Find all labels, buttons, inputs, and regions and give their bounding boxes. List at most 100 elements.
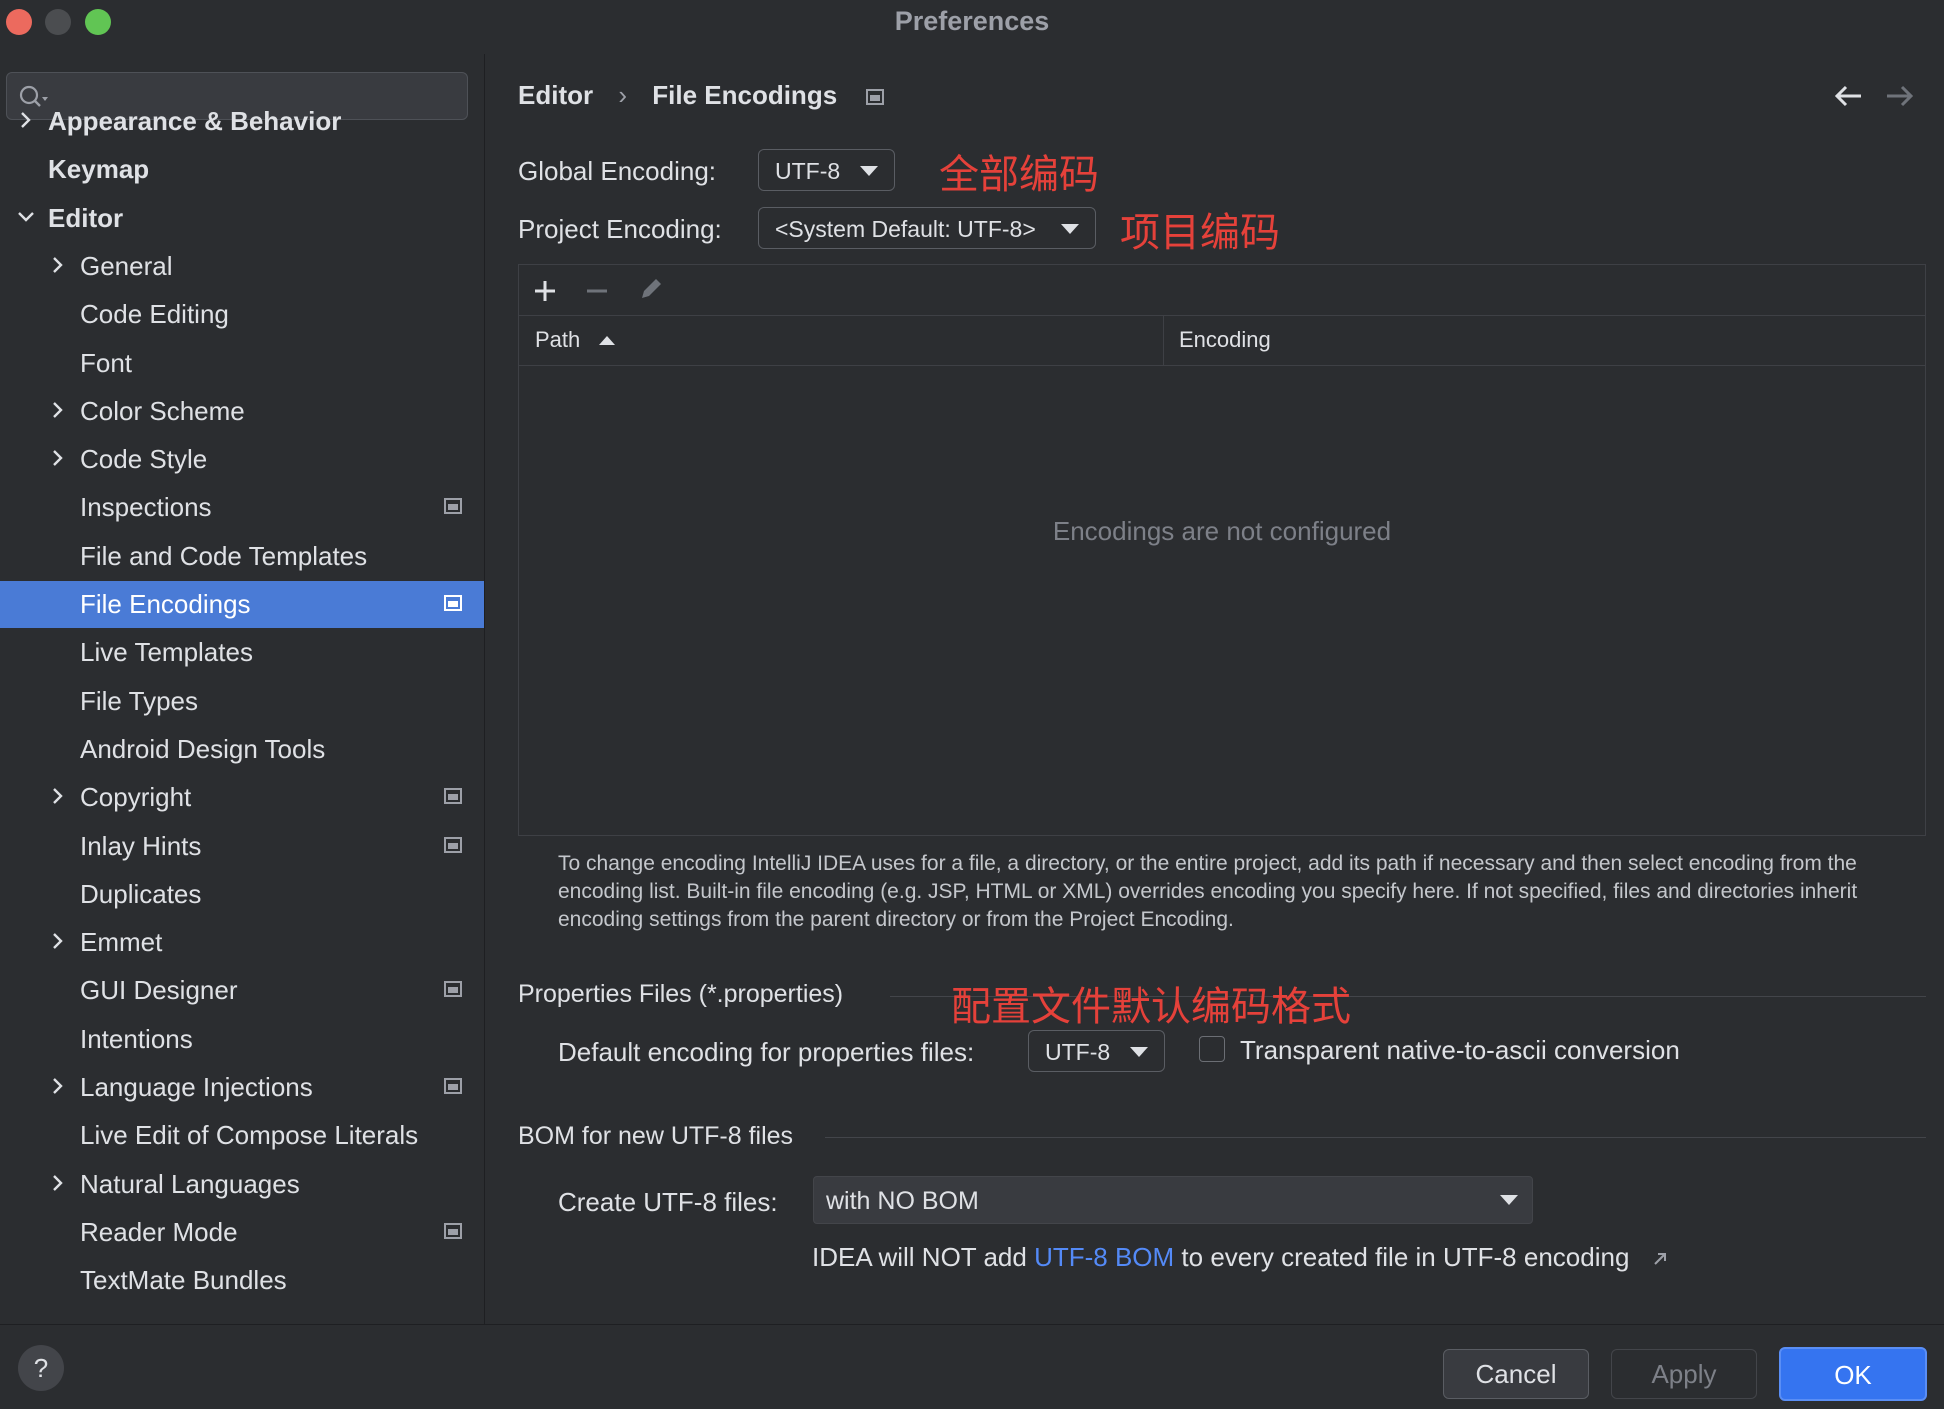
sidebar-item-gui-designer[interactable]: GUI Designer bbox=[0, 967, 484, 1014]
sidebar-item-file-types[interactable]: File Types bbox=[0, 678, 484, 725]
project-level-icon bbox=[444, 836, 462, 853]
properties-annotation: 配置文件默认编码格式 bbox=[951, 984, 1351, 1030]
cancel-button[interactable]: Cancel bbox=[1443, 1349, 1589, 1399]
sidebar-item-emmet[interactable]: Emmet bbox=[0, 919, 484, 966]
chevron-right-icon[interactable] bbox=[48, 786, 68, 806]
chevron-right-icon[interactable] bbox=[48, 255, 68, 275]
native-to-ascii-label[interactable]: Transparent native-to-ascii conversion bbox=[1240, 1035, 1680, 1066]
settings-sidebar: Appearance & Behavior Keymap Editor General… bbox=[0, 54, 485, 1324]
table-header: Path Encoding bbox=[519, 315, 1925, 366]
column-header-encoding[interactable]: Encoding bbox=[1179, 327, 1271, 353]
sidebar-item-label: Keymap bbox=[48, 154, 150, 185]
help-button[interactable]: ? bbox=[18, 1345, 64, 1391]
sidebar-item-label: GUI Designer bbox=[80, 975, 238, 1006]
sidebar-item-label: Copyright bbox=[80, 782, 192, 813]
sidebar-item-duplicates[interactable]: Duplicates bbox=[0, 871, 484, 918]
edit-icon[interactable] bbox=[637, 275, 665, 303]
sidebar-item-label: Color Scheme bbox=[80, 395, 245, 426]
remove-icon[interactable] bbox=[585, 279, 609, 303]
sidebar-item-file-and-code-templates[interactable]: File and Code Templates bbox=[0, 533, 484, 580]
native-to-ascii-checkbox[interactable] bbox=[1199, 1036, 1225, 1062]
bom-note: IDEA will NOT add UTF-8 BOM to every cre… bbox=[812, 1242, 1667, 1273]
global-encoding-label: Global Encoding: bbox=[518, 156, 717, 186]
breadcrumb: Editor › File Encodings bbox=[518, 80, 885, 111]
sidebar-item-label: File and Code Templates bbox=[80, 540, 368, 571]
sidebar-item-label: Code Style bbox=[80, 444, 208, 475]
table-toolbar bbox=[519, 265, 1925, 316]
column-divider bbox=[1163, 315, 1164, 365]
sidebar-item-file-encodings[interactable]: File Encodings bbox=[0, 581, 484, 628]
project-encoding-select[interactable]: <System Default: UTF-8> bbox=[758, 207, 1096, 249]
utf8-bom-link[interactable]: UTF-8 BOM bbox=[1034, 1242, 1174, 1272]
sidebar-item-live-edit-of-compose-literals[interactable]: Live Edit of Compose Literals bbox=[0, 1112, 484, 1159]
sidebar-item-editor[interactable]: Editor bbox=[0, 195, 484, 242]
sidebar-item-inspections[interactable]: Inspections bbox=[0, 484, 484, 531]
sidebar-item-label: Code Editing bbox=[80, 299, 229, 330]
sidebar-item-inlay-hints[interactable]: Inlay Hints bbox=[0, 823, 484, 870]
chevron-down-icon bbox=[860, 166, 878, 176]
project-level-icon bbox=[444, 1078, 462, 1094]
sidebar-item-label: Language Injections bbox=[80, 1072, 313, 1102]
chevron-right-icon[interactable] bbox=[48, 448, 68, 468]
back-arrow-icon[interactable] bbox=[1833, 84, 1863, 108]
global-encoding-select[interactable]: UTF-8 bbox=[758, 149, 895, 191]
sidebar-item-keymap[interactable]: Keymap bbox=[0, 146, 484, 193]
title-bar: Preferences bbox=[0, 0, 1944, 44]
add-icon[interactable] bbox=[533, 279, 557, 303]
apply-button[interactable]: Apply bbox=[1611, 1349, 1757, 1399]
sidebar-item-label: General bbox=[80, 250, 173, 281]
table-body: Encodings are not configured bbox=[519, 366, 1925, 835]
column-path-label: Path bbox=[535, 327, 581, 352]
breadcrumb-parent[interactable]: Editor bbox=[518, 80, 593, 110]
sidebar-item-label: Emmet bbox=[80, 927, 163, 958]
sidebar-item-label: File Encodings bbox=[80, 589, 251, 619]
properties-encoding-select[interactable]: UTF-8 bbox=[1028, 1030, 1165, 1072]
sidebar-item-code-style[interactable]: Code Style bbox=[0, 436, 484, 483]
chevron-right-icon[interactable] bbox=[48, 1173, 68, 1193]
breadcrumb-current: File Encodings bbox=[652, 80, 838, 110]
external-link-icon[interactable] bbox=[1653, 1252, 1667, 1266]
sidebar-item-color-scheme[interactable]: Color Scheme bbox=[0, 388, 484, 435]
sidebar-item-label: Duplicates bbox=[80, 878, 202, 909]
chevron-down-icon bbox=[1130, 1047, 1148, 1057]
sidebar-item-code-editing[interactable]: Code Editing bbox=[0, 291, 484, 338]
chevron-right-icon[interactable] bbox=[48, 1076, 68, 1096]
global-encoding-annotation: 全部编码 bbox=[939, 152, 1099, 198]
bom-note-suffix: to every created file in UTF-8 encoding bbox=[1181, 1242, 1630, 1272]
project-level-icon bbox=[444, 981, 462, 998]
sidebar-item-live-templates[interactable]: Live Templates bbox=[0, 629, 484, 676]
chevron-down-icon[interactable] bbox=[16, 207, 36, 227]
sidebar-item-label: File Types bbox=[80, 685, 199, 716]
bom-create-select[interactable]: with NO BOM bbox=[813, 1176, 1533, 1224]
sidebar-item-intentions[interactable]: Intentions bbox=[0, 1016, 484, 1063]
sidebar-item-language-injections[interactable]: Language Injections bbox=[0, 1064, 484, 1111]
chevron-right-icon[interactable] bbox=[48, 400, 68, 420]
ok-button[interactable]: OK bbox=[1779, 1347, 1927, 1401]
sidebar-item-android-design-tools[interactable]: Android Design Tools bbox=[0, 726, 484, 773]
chevron-right-icon[interactable] bbox=[48, 931, 68, 951]
properties-section-title: Properties Files (*.properties) bbox=[518, 980, 844, 1008]
properties-default-label: Default encoding for properties files: bbox=[558, 1037, 975, 1067]
sidebar-item-label: Live Edit of Compose Literals bbox=[80, 1120, 419, 1151]
chevron-right-icon[interactable] bbox=[16, 110, 36, 130]
sidebar-item-appearance-behavior[interactable]: Appearance & Behavior bbox=[0, 98, 484, 145]
sidebar-item-font[interactable]: Font bbox=[0, 340, 484, 387]
table-empty-message: Encodings are not configured bbox=[1052, 516, 1392, 546]
bom-note-prefix: IDEA will NOT add bbox=[812, 1242, 1027, 1272]
column-header-path[interactable]: Path bbox=[535, 327, 616, 353]
sidebar-item-copyright[interactable]: Copyright bbox=[0, 774, 484, 821]
sidebar-item-reader-mode[interactable]: Reader Mode bbox=[0, 1209, 484, 1256]
bom-section-title: BOM for new UTF-8 files bbox=[518, 1122, 794, 1150]
chevron-down-icon bbox=[1500, 1195, 1518, 1205]
sidebar-item-label: TextMate Bundles bbox=[80, 1265, 287, 1296]
sidebar-item-textmate-bundles[interactable]: TextMate Bundles bbox=[0, 1257, 484, 1304]
project-encoding-label: Project Encoding: bbox=[518, 214, 722, 244]
project-level-icon bbox=[444, 595, 462, 611]
encoding-help-text: To change encoding IntelliJ IDEA uses fo… bbox=[558, 852, 1858, 931]
sidebar-item-natural-languages[interactable]: Natural Languages bbox=[0, 1161, 484, 1208]
sidebar-item-label: Font bbox=[80, 347, 133, 378]
sidebar-item-label: Android Design Tools bbox=[80, 733, 326, 764]
sidebar-item-general[interactable]: General bbox=[0, 243, 484, 290]
forward-arrow-icon[interactable] bbox=[1885, 84, 1915, 108]
chevron-down-icon bbox=[1061, 224, 1079, 234]
